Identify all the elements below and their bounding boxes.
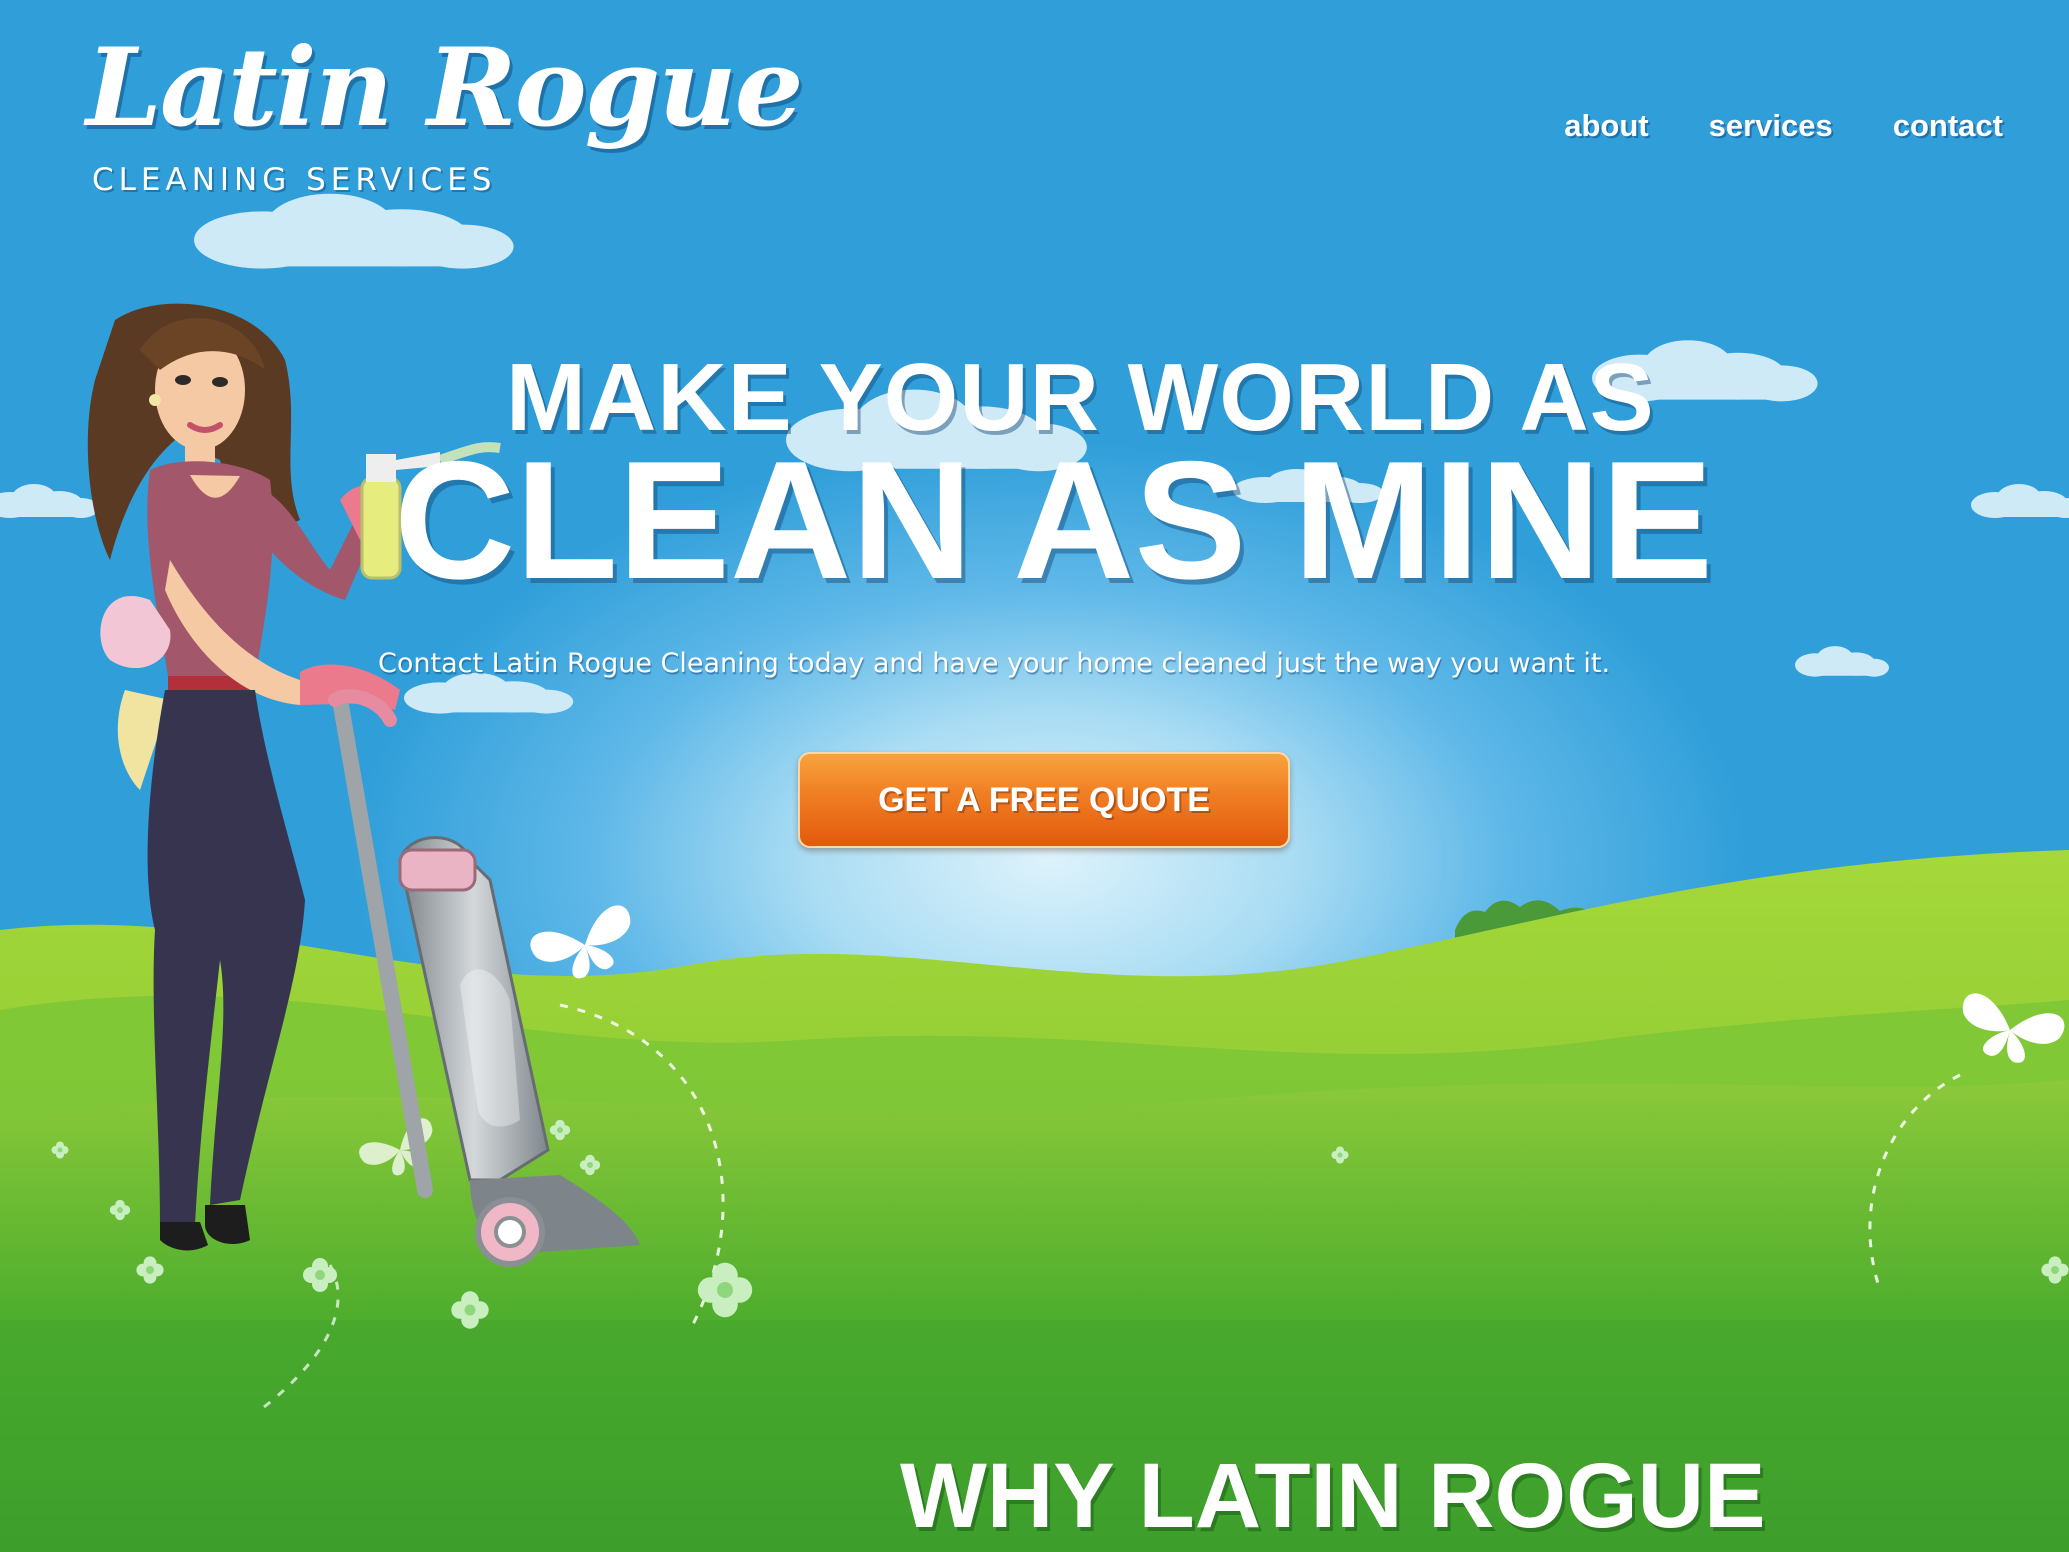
- get-free-quote-button[interactable]: GET A FREE QUOTE: [798, 752, 1290, 848]
- section-heading: WHY LATIN ROGUE: [900, 1445, 1766, 1547]
- cta-label: GET A FREE QUOTE: [878, 780, 1210, 819]
- hero-subtitle: Contact Latin Rogue Cleaning today and h…: [378, 648, 1611, 679]
- nav-link-about[interactable]: about: [1564, 108, 1648, 144]
- nav-link-services[interactable]: services: [1709, 108, 1833, 144]
- cloud-icon: [1795, 646, 1889, 677]
- main-nav: about services contact: [1564, 108, 2003, 144]
- hero-scene: Latin Rogue CLEANING SERVICES about serv…: [0, 0, 2069, 1552]
- cloud-icon: [1971, 484, 2069, 518]
- brand-logo[interactable]: Latin Rogue CLEANING SERVICES: [86, 34, 803, 214]
- cloud-icon: [0, 484, 99, 518]
- hero-headline-line2: CLEAN AS MINE: [394, 426, 1714, 614]
- logo-tagline: CLEANING SERVICES: [92, 162, 497, 198]
- logo-script-text: Latin Rogue: [86, 25, 803, 151]
- nav-link-contact[interactable]: contact: [1893, 108, 2003, 144]
